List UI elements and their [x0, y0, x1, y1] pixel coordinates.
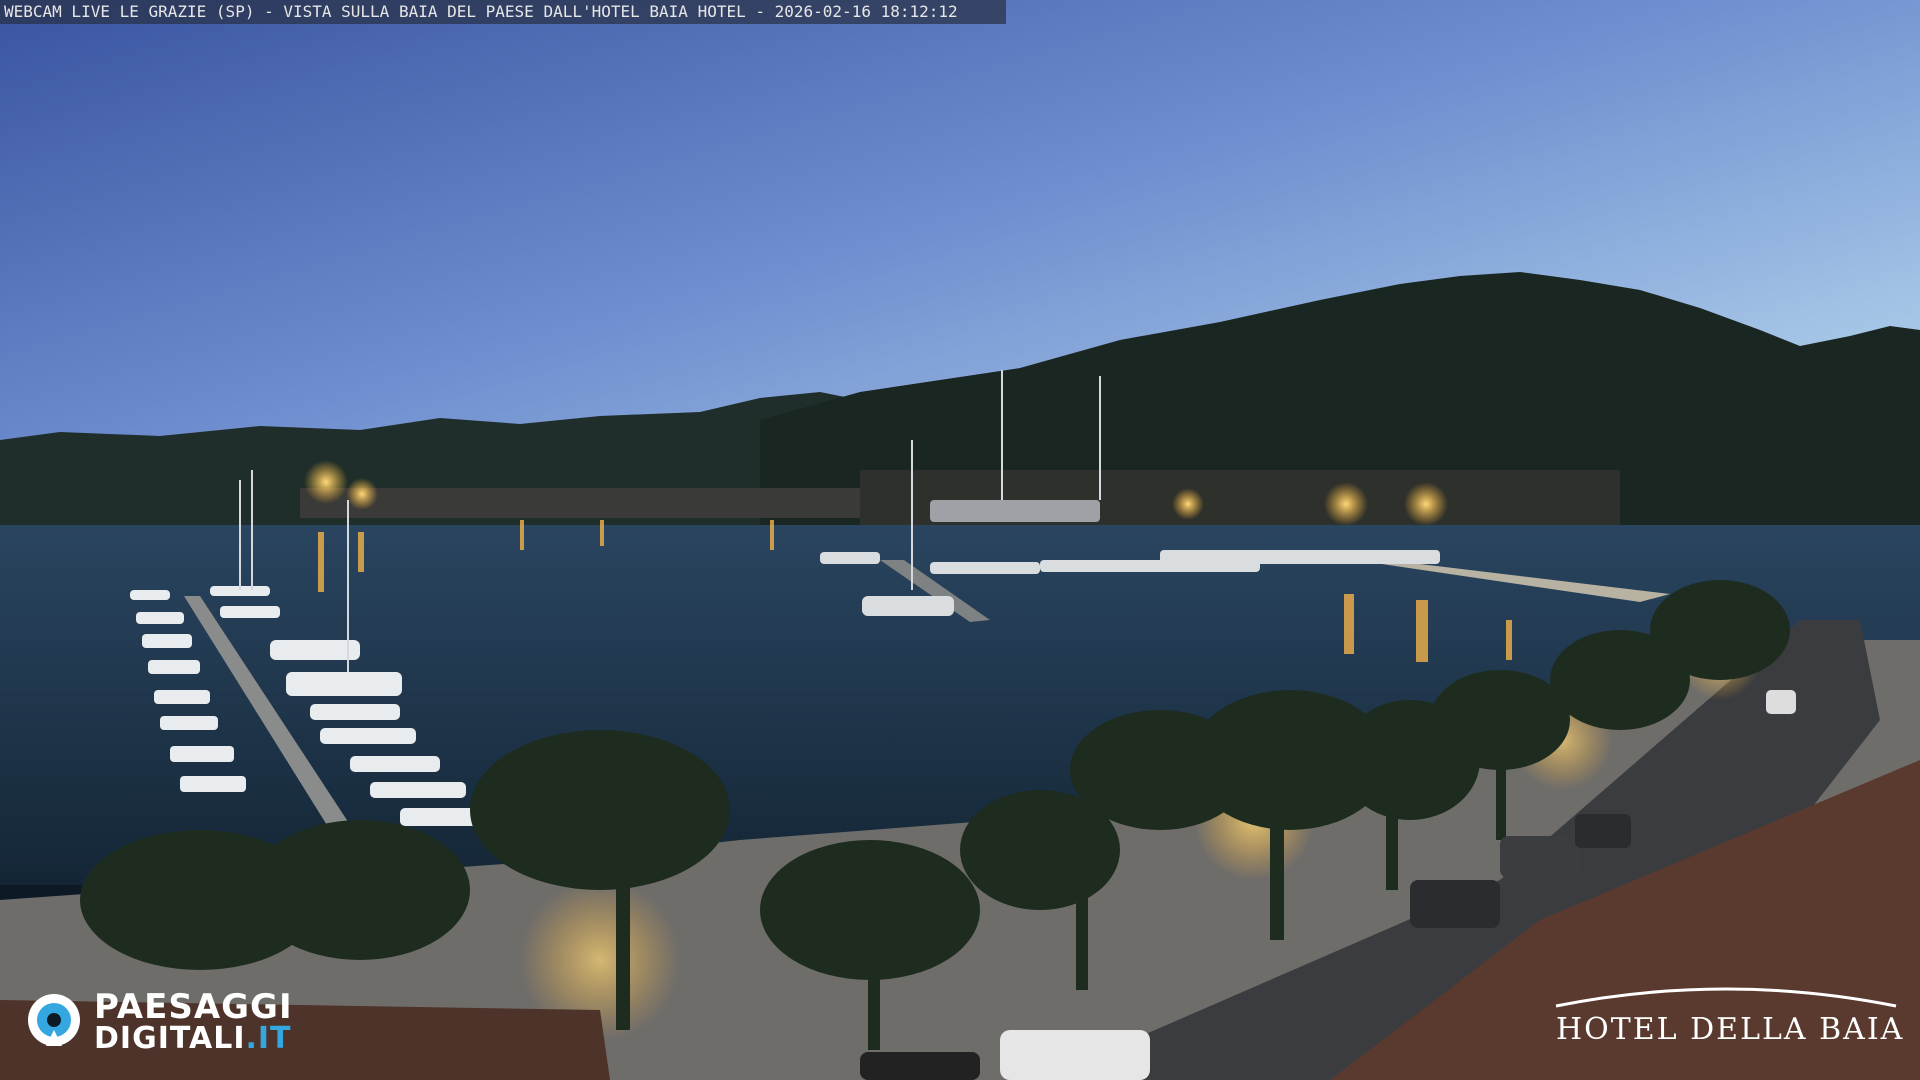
logo-line-2-main: DIGITALI [94, 1021, 246, 1056]
hotel-della-baia-logo: HOTEL DELLA BAIA [1548, 982, 1904, 1052]
harbor-scene [0, 0, 1920, 1080]
webcam-frame: WEBCAM LIVE LE GRAZIE (SP) - VISTA SULLA… [0, 0, 1920, 1080]
logo-arc [1555, 987, 1897, 1008]
paesaggi-digitali-logo: PAESAGGI DIGITALI.IT [26, 988, 326, 1058]
hotel-logo-text: HOTEL DELLA BAIA [1556, 1012, 1905, 1047]
webcam-caption: WEBCAM LIVE LE GRAZIE (SP) - VISTA SULLA… [4, 2, 958, 21]
logo-line-2-accent: .IT [245, 1021, 292, 1056]
logo-line-2: DIGITALI.IT [94, 1022, 292, 1056]
shore-buildings [300, 488, 860, 518]
webcam-caption-bar: WEBCAM LIVE LE GRAZIE (SP) - VISTA SULLA… [0, 0, 1006, 24]
eye-icon [28, 994, 80, 1046]
